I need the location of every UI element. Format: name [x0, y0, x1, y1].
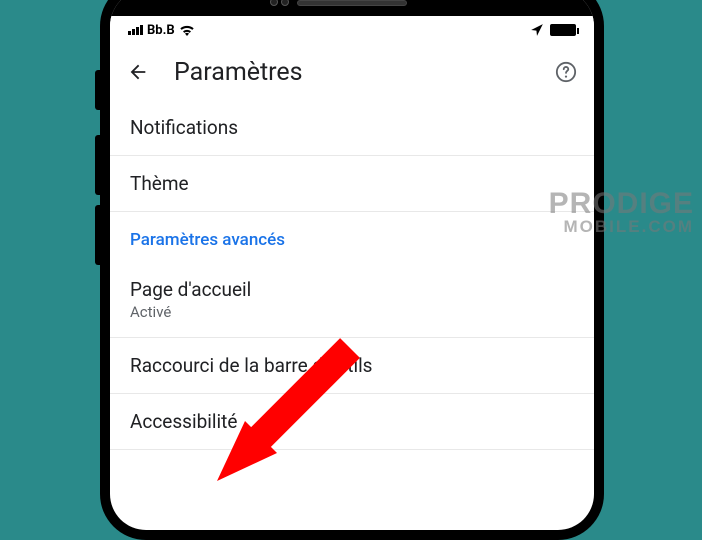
- page-title: Paramètres: [174, 58, 530, 87]
- arrow-left-icon: [127, 61, 149, 83]
- carrier-label: Bb.B: [147, 23, 175, 38]
- screen: Bb.B Paramètres Notifications Thème: [110, 0, 594, 530]
- section-advanced: Paramètres avancés: [110, 212, 594, 262]
- battery-icon: [550, 24, 576, 36]
- settings-list: Notifications Thème Paramètres avancés P…: [110, 100, 594, 450]
- item-sublabel: Activé: [130, 303, 574, 321]
- camera-icon: [270, 0, 290, 8]
- item-label: Raccourci de la barre d'outils: [130, 354, 574, 377]
- back-button[interactable]: [126, 60, 150, 84]
- item-label: Accessibilité: [130, 410, 574, 433]
- signal-icon: [128, 25, 143, 35]
- item-theme[interactable]: Thème: [110, 156, 594, 212]
- item-label: Thème: [130, 172, 574, 195]
- side-button: [95, 135, 100, 195]
- app-bar: Paramètres: [110, 44, 594, 100]
- item-toolbar-shortcut[interactable]: Raccourci de la barre d'outils: [110, 338, 594, 394]
- speaker-icon: [297, 0, 407, 6]
- item-notifications[interactable]: Notifications: [110, 100, 594, 156]
- help-icon: [555, 61, 577, 83]
- item-label: Page d'accueil: [130, 278, 574, 301]
- wifi-icon: [179, 24, 195, 36]
- item-accessibility[interactable]: Accessibilité: [110, 394, 594, 450]
- side-button: [95, 70, 100, 110]
- help-button[interactable]: [554, 60, 578, 84]
- phone-frame: Bb.B Paramètres Notifications Thème: [100, 0, 604, 540]
- status-bar: Bb.B: [110, 16, 594, 44]
- side-button: [95, 205, 100, 265]
- location-icon: [530, 23, 544, 37]
- item-homepage[interactable]: Page d'accueil Activé: [110, 262, 594, 338]
- item-label: Notifications: [130, 116, 574, 139]
- notch: [110, 0, 594, 16]
